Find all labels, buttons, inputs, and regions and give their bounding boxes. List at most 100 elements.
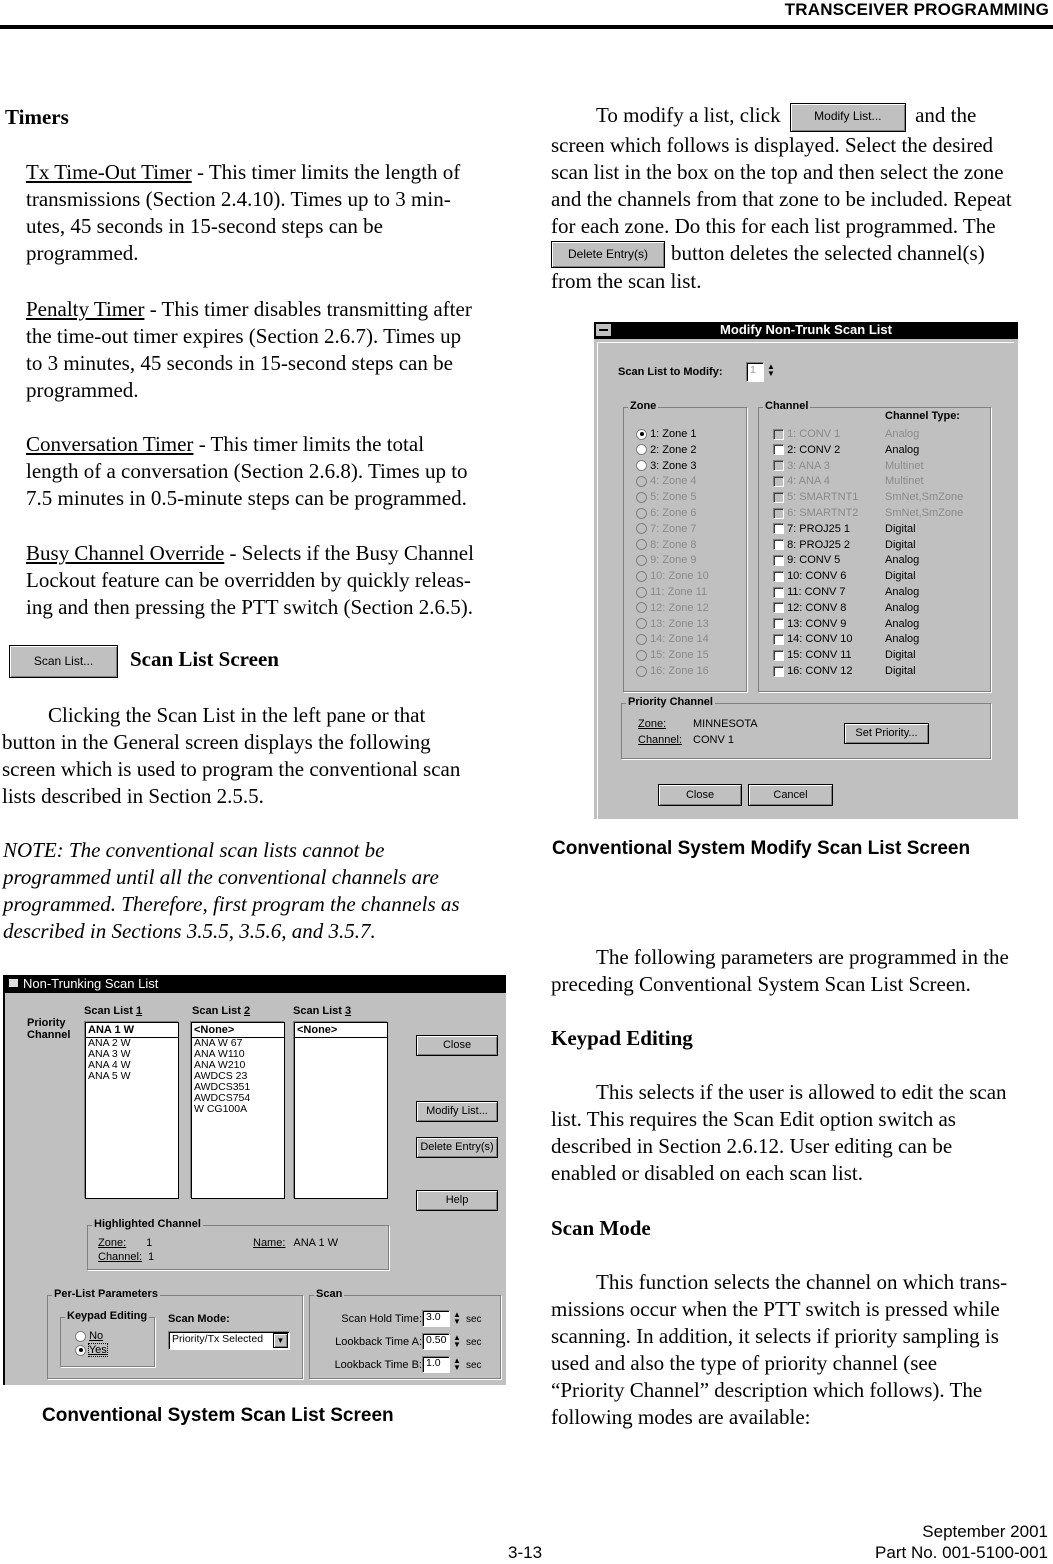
- channel-checkbox[interactable]: 10: CONV 6: [773, 570, 846, 582]
- zone-radio[interactable]: 5: Zone 5: [636, 491, 697, 503]
- radio-icon[interactable]: [636, 602, 647, 614]
- radio-icon[interactable]: [75, 1330, 86, 1342]
- channel-checkbox[interactable]: 5: SMARTNT1: [773, 491, 858, 503]
- priority-entry[interactable]: ANA 1 W: [86, 1023, 178, 1038]
- radio-icon[interactable]: [636, 491, 647, 503]
- spin-arrows-icon[interactable]: ▲ ▼: [452, 1357, 462, 1372]
- radio-icon[interactable]: [636, 633, 647, 645]
- zone-radio[interactable]: 2: Zone 2: [636, 444, 697, 456]
- channel-checkbox[interactable]: 6: SMARTNT2: [773, 507, 858, 519]
- channel-checkbox[interactable]: 16: CONV 12: [773, 665, 852, 677]
- spin-arrows-icon[interactable]: ▲ ▼: [452, 1334, 462, 1349]
- zone-radio[interactable]: 13: Zone 13: [636, 618, 709, 630]
- zone-radio[interactable]: 7: Zone 7: [636, 523, 697, 535]
- channel-checkbox[interactable]: 2: CONV 2: [773, 444, 840, 456]
- spin-arrows-icon[interactable]: ▲ ▼: [452, 1311, 462, 1326]
- zone-radio[interactable]: 4: Zone 4: [636, 475, 697, 487]
- scan-list-to-modify-input[interactable]: 1: [746, 362, 764, 382]
- scan-param-input[interactable]: 3.0: [422, 1310, 450, 1327]
- checkbox-icon[interactable]: [773, 460, 784, 472]
- scan-mode-select[interactable]: Priority/Tx Selected ▼: [168, 1331, 290, 1350]
- radio-icon[interactable]: [636, 523, 647, 535]
- modify-list-button[interactable]: Modify List...: [416, 1101, 498, 1122]
- scan-list-item[interactable]: W CG100A: [192, 1104, 284, 1115]
- delete-entry-button[interactable]: Delete Entry(s): [416, 1137, 498, 1158]
- zone-radio[interactable]: 12: Zone 12: [636, 602, 709, 614]
- priority-entry[interactable]: <None>: [192, 1023, 284, 1038]
- help-button[interactable]: Help: [416, 1190, 498, 1211]
- checkbox-icon[interactable]: [773, 554, 784, 566]
- channel-checkbox[interactable]: 13: CONV 9: [773, 618, 846, 630]
- zone-radio[interactable]: 8: Zone 8: [636, 539, 697, 551]
- checkbox-icon[interactable]: [773, 428, 784, 440]
- checkbox-icon[interactable]: [773, 507, 784, 519]
- radio-icon[interactable]: [636, 460, 647, 472]
- keypad-yes-radio[interactable]: Yes: [75, 1343, 108, 1357]
- zone-radio[interactable]: 16: Zone 16: [636, 665, 709, 677]
- zone-radio[interactable]: 14: Zone 14: [636, 633, 709, 645]
- scan-param-input[interactable]: 1.0: [422, 1356, 450, 1373]
- scan-list-1-box[interactable]: ANA 1 W ANA 2 W ANA 3 W ANA 4 W ANA 5 W: [85, 1022, 179, 1199]
- zone-radio[interactable]: 11: Zone 11: [636, 586, 707, 598]
- zone-radio[interactable]: 15: Zone 15: [636, 649, 709, 661]
- radio-icon[interactable]: [636, 649, 647, 661]
- scan-list-3-box[interactable]: <None>: [294, 1022, 388, 1199]
- channel-checkbox[interactable]: 4: ANA 4: [773, 475, 830, 487]
- zone-group: Zone 1: Zone 1 2: Zone 2 3: Zone 3 4: Zo…: [623, 400, 747, 692]
- chevron-down-icon[interactable]: ▼: [273, 1333, 288, 1348]
- radio-icon[interactable]: [636, 539, 647, 551]
- cancel-button[interactable]: Cancel: [748, 784, 833, 806]
- zone-radio[interactable]: 10: Zone 10: [636, 570, 709, 582]
- checkbox-icon[interactable]: [773, 539, 784, 551]
- radio-icon[interactable]: [636, 475, 647, 487]
- checkbox-icon[interactable]: [773, 602, 784, 614]
- keypad-no-radio[interactable]: No: [75, 1330, 103, 1342]
- scan-list-2-box[interactable]: <None> ANA W 67 ANA W110 ANA W210 AWDCS 23 A…: [191, 1022, 285, 1199]
- radio-icon[interactable]: [636, 507, 647, 519]
- checkbox-icon[interactable]: [773, 665, 784, 677]
- channel-checkbox[interactable]: 15: CONV 11: [773, 649, 852, 661]
- radio-icon[interactable]: [636, 428, 647, 440]
- radio-icon[interactable]: [636, 586, 647, 598]
- zone-radio[interactable]: 1: Zone 1: [636, 428, 697, 440]
- radio-icon[interactable]: [636, 570, 647, 582]
- radio-icon[interactable]: [636, 618, 647, 630]
- modify-list-inline-button[interactable]: Modify List...: [789, 102, 906, 132]
- close-button[interactable]: Close: [658, 784, 742, 806]
- checkbox-icon[interactable]: [773, 475, 784, 487]
- name-value: ANA 1 W: [293, 1237, 339, 1249]
- channel-checkbox[interactable]: 8: PROJ25 2: [773, 539, 850, 551]
- checkbox-icon[interactable]: [773, 586, 784, 598]
- zone-radio[interactable]: 3: Zone 3: [636, 460, 697, 472]
- set-priority-button[interactable]: Set Priority...: [844, 723, 929, 744]
- channel-checkbox[interactable]: 3: ANA 3: [773, 460, 830, 472]
- checkbox-icon[interactable]: [773, 570, 784, 582]
- scan-list-item[interactable]: ANA 5 W: [86, 1071, 178, 1082]
- spin-arrows-icon[interactable]: ▲ ▼: [766, 363, 776, 378]
- channel-checkbox[interactable]: 1: CONV 1: [773, 428, 840, 440]
- channel-checkbox[interactable]: 7: PROJ25 1: [773, 523, 850, 535]
- checkbox-icon[interactable]: [773, 491, 784, 503]
- delete-entry-inline-button[interactable]: Delete Entry(s): [551, 241, 665, 269]
- channel-checkbox[interactable]: 9: CONV 5: [773, 554, 840, 566]
- scan-param-input[interactable]: 0.50: [422, 1333, 450, 1350]
- close-button[interactable]: Close: [416, 1035, 498, 1056]
- zone-radio[interactable]: 9: Zone 9: [636, 554, 697, 566]
- channel-checkbox[interactable]: 11: CONV 7: [773, 586, 846, 598]
- radio-icon[interactable]: [636, 554, 647, 566]
- radio-icon[interactable]: [636, 444, 647, 456]
- channel-label: 6: SMARTNT2: [787, 507, 859, 519]
- scan-list-button[interactable]: Scan List...: [9, 645, 118, 678]
- channel-checkbox[interactable]: 14: CONV 10: [773, 633, 852, 645]
- window-menu-icon[interactable]: [9, 979, 18, 987]
- priority-entry[interactable]: <None>: [295, 1023, 387, 1038]
- channel-checkbox[interactable]: 12: CONV 8: [773, 602, 846, 614]
- radio-icon[interactable]: [636, 665, 647, 677]
- checkbox-icon[interactable]: [773, 523, 784, 535]
- radio-selected-icon[interactable]: [75, 1344, 86, 1356]
- checkbox-icon[interactable]: [773, 649, 784, 661]
- zone-radio[interactable]: 6: Zone 6: [636, 507, 697, 519]
- checkbox-icon[interactable]: [773, 618, 784, 630]
- checkbox-icon[interactable]: [773, 444, 784, 456]
- checkbox-icon[interactable]: [773, 633, 784, 645]
